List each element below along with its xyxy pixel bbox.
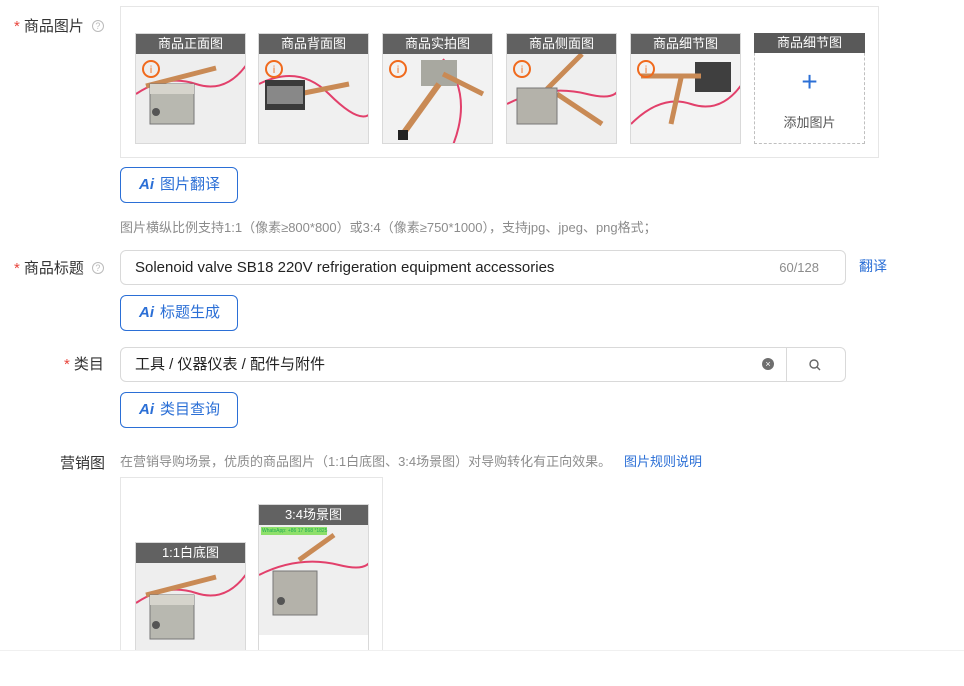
- category-label-text: 类目: [73, 356, 104, 373]
- add-image-slot[interactable]: 商品细节图 + 添加图片: [754, 33, 865, 144]
- product-image-side[interactable]: 商品侧面图 i: [506, 33, 617, 144]
- clear-icon[interactable]: ×: [762, 358, 774, 370]
- translate-link[interactable]: 翻译: [859, 256, 887, 276]
- image-translate-button[interactable]: Ai 图片翻译: [120, 167, 239, 203]
- marketing-hint-text: 在营销导购场景，优质的商品图片（1:1白底图、3:4场景图）对导购转化有正向效果…: [120, 454, 612, 469]
- image-caption: 商品侧面图: [507, 34, 616, 54]
- product-form: * 商品图片? 商品正面图 i 商品背面图 i 商品实拍图 i 商品侧面图 i …: [0, 0, 964, 686]
- help-icon[interactable]: ?: [91, 20, 104, 32]
- category-input[interactable]: 工具 / 仪器仪表 / 配件与附件: [120, 347, 787, 382]
- product-image-front[interactable]: 商品正面图 i: [135, 33, 246, 144]
- bottom-edge: [0, 650, 964, 686]
- product-title-input[interactable]: Solenoid valve SB18 220V refrigeration e…: [120, 250, 846, 285]
- ai-icon: Ai: [139, 176, 154, 193]
- product-images-label-text: 商品图片: [23, 18, 84, 35]
- help-icon[interactable]: ?: [91, 262, 104, 274]
- marketing-images-panel: 1:1白底图 3:4场景图 WhatsApp: +86 17 868 *1825: [120, 477, 383, 667]
- category-query-button[interactable]: Ai 类目查询: [120, 392, 239, 428]
- title-generate-button[interactable]: Ai 标题生成: [120, 295, 239, 331]
- category-search-button[interactable]: [786, 347, 846, 382]
- image-caption: 商品正面图: [136, 34, 245, 54]
- marketing-label: 营销图: [60, 455, 106, 472]
- search-icon: [809, 359, 821, 371]
- product-image-real[interactable]: 商品实拍图 i: [382, 33, 493, 144]
- required-mark: *: [14, 18, 20, 35]
- product-image-back[interactable]: 商品背面图 i: [258, 33, 369, 144]
- product-title-label: * 商品标题?: [14, 257, 104, 278]
- add-image-text: 添加图片: [783, 115, 836, 130]
- product-images-panel: 商品正面图 i 商品背面图 i 商品实拍图 i 商品侧面图 i 商品细节图 i …: [120, 6, 879, 158]
- required-mark: *: [64, 356, 70, 373]
- marketing-hint: 在营销导购场景，优质的商品图片（1:1白底图、3:4场景图）对导购转化有正向效果…: [120, 451, 611, 470]
- svg-text:i: i: [150, 65, 153, 76]
- button-label: 标题生成: [160, 304, 221, 321]
- image-caption: 商品实拍图: [383, 34, 492, 54]
- image-caption: 商品背面图: [259, 34, 368, 54]
- button-label: 图片翻译: [160, 176, 221, 193]
- svg-text:i: i: [273, 65, 276, 76]
- svg-text:i: i: [397, 65, 400, 76]
- ai-icon: Ai: [139, 304, 154, 321]
- product-image-detail[interactable]: 商品细节图 i: [630, 33, 741, 144]
- title-value: Solenoid valve SB18 220V refrigeration e…: [135, 259, 555, 276]
- image-format-hint: 图片横纵比例支持1:1（像素≥800*800）或3:4（像素≥750*1000）…: [120, 220, 657, 235]
- plus-icon: +: [801, 66, 818, 97]
- image-caption: 商品细节图: [631, 34, 740, 54]
- image-caption: 3:4场景图: [259, 505, 368, 525]
- category-value: 工具 / 仪器仪表 / 配件与附件: [135, 356, 326, 373]
- product-title-label-text: 商品标题: [23, 260, 84, 277]
- marketing-image-scene[interactable]: 3:4场景图 WhatsApp: +86 17 868 *1825: [258, 504, 369, 664]
- product-images-label: * 商品图片?: [14, 15, 104, 36]
- char-counter: 60/128: [779, 260, 819, 275]
- image-caption: 商品细节图: [754, 33, 865, 53]
- marketing-image-white-bg[interactable]: 1:1白底图: [135, 542, 246, 662]
- required-mark: *: [14, 260, 20, 277]
- category-label: * 类目: [64, 353, 104, 374]
- button-label: 类目查询: [160, 401, 221, 418]
- image-rules-link[interactable]: 图片规则说明: [624, 451, 702, 470]
- ai-icon: Ai: [139, 401, 154, 418]
- watermark-text: WhatsApp: +86 17 868 *1825: [262, 528, 328, 534]
- svg-text:i: i: [521, 65, 524, 76]
- image-caption: 1:1白底图: [136, 543, 245, 563]
- svg-text:i: i: [645, 65, 648, 76]
